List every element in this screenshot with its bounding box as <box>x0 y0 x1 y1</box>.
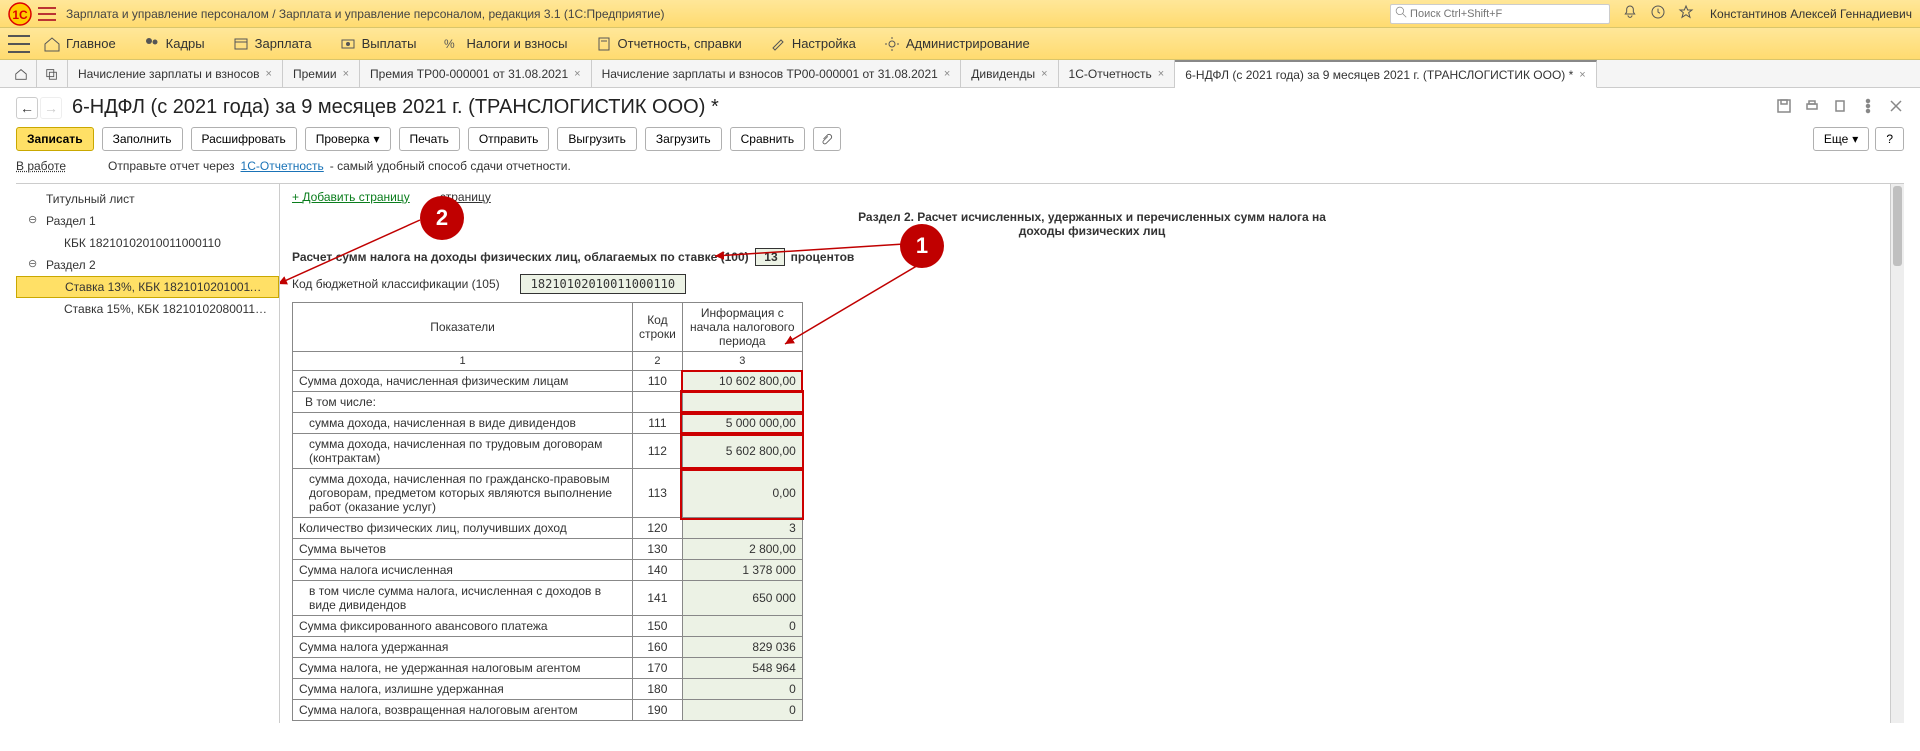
proverka-button[interactable]: Проверка ▾ <box>305 127 391 151</box>
sections-tree: Титульный лист Раздел 1 КБК 182101020100… <box>16 184 280 723</box>
menu-admin[interactable]: Администрирование <box>884 36 1030 52</box>
work-status[interactable]: В работе <box>16 159 66 173</box>
tree-title-page[interactable]: Титульный лист <box>16 188 279 210</box>
menu-otchet[interactable]: Отчетность, справки <box>596 36 742 52</box>
menubar: Главное Кадры Зарплата Выплаты %Налоги и… <box>0 28 1920 60</box>
search-input[interactable] <box>1410 8 1605 20</box>
calc-label: Расчет сумм налога на доходы физических … <box>292 250 749 264</box>
tab-item[interactable]: Премия ТР00-000001 от 31.08.2021× <box>360 60 592 87</box>
menu-zarplata[interactable]: Зарплата <box>233 36 312 52</box>
close-icon[interactable]: × <box>574 68 580 80</box>
menu-nastroyka[interactable]: Настройка <box>770 36 856 52</box>
username[interactable]: Константинов Алексей Геннадиевич <box>1710 7 1912 21</box>
report-content: Добавить страницу страницу Раздел 2. Рас… <box>280 184 1904 723</box>
help-button[interactable]: ? <box>1875 127 1904 151</box>
close-icon[interactable]: × <box>1158 68 1164 80</box>
otpravit-button[interactable]: Отправить <box>468 127 550 151</box>
menu-main[interactable]: Главное <box>44 36 116 52</box>
close-icon[interactable]: × <box>1579 69 1585 81</box>
section2-table: Показатели Код строки Информация с начал… <box>292 302 803 721</box>
attach-button[interactable] <box>813 127 841 151</box>
menu-toggle-icon[interactable] <box>38 7 56 21</box>
tab-item[interactable]: Дивиденды× <box>961 60 1058 87</box>
menu-nalogi[interactable]: %Налоги и взносы <box>444 36 567 52</box>
clipboard-icon[interactable] <box>1832 98 1848 117</box>
otchetnost-link[interactable]: 1С-Отчетность <box>241 159 324 173</box>
tab-item[interactable]: 1С-Отчетность× <box>1059 60 1176 87</box>
kbk-value[interactable]: 18210102010011000110 <box>520 274 687 294</box>
tree-rate13[interactable]: Ставка 13%, КБК 18210102010011000... <box>16 276 279 298</box>
sravnit-button[interactable]: Сравнить <box>730 127 805 151</box>
kebab-icon[interactable] <box>1860 98 1876 117</box>
tree-section1[interactable]: Раздел 1 <box>16 210 279 232</box>
app-logo-icon: 1C <box>8 2 32 26</box>
callout-1: 1 <box>900 224 944 268</box>
kbk-label: Код бюджетной классификации (105) <box>292 277 500 291</box>
tree-rate15[interactable]: Ставка 15%, КБК 18210102080011000... <box>16 298 279 320</box>
tab-home[interactable] <box>6 60 37 87</box>
tab-windows[interactable] <box>37 60 68 87</box>
nav-forward-button: → <box>40 97 62 119</box>
callout-2: 2 <box>420 196 464 240</box>
tree-section2[interactable]: Раздел 2 <box>16 254 279 276</box>
vygruzit-button[interactable]: Выгрузить <box>557 127 637 151</box>
rate-value[interactable]: 13 <box>755 248 785 266</box>
svg-text:1C: 1C <box>12 8 28 22</box>
star-icon[interactable] <box>1678 4 1694 23</box>
nav-back-button[interactable]: ← <box>16 97 38 119</box>
tab-item-active[interactable]: 6-НДФЛ (с 2021 года) за 9 месяцев 2021 г… <box>1175 60 1596 88</box>
tab-item[interactable]: Начисление зарплаты и взносов× <box>68 60 283 87</box>
th-code: Код строки <box>633 303 683 352</box>
status-text-suffix: - самый удобный способ сдачи отчетности. <box>330 159 571 173</box>
add-page-link[interactable]: Добавить страницу <box>292 190 410 204</box>
percent-label: процентов <box>791 250 855 264</box>
zapisat-button[interactable]: Записать <box>16 127 94 151</box>
close-page-icon[interactable] <box>1888 98 1904 117</box>
svg-text:%: % <box>444 37 455 51</box>
scrollbar[interactable] <box>1890 184 1904 723</box>
tab-item[interactable]: Премии× <box>283 60 360 87</box>
tab-item[interactable]: Начисление зарплаты и взносов ТР00-00000… <box>592 60 962 87</box>
global-search[interactable] <box>1390 4 1610 24</box>
th-value: Информация с начала налогового периода <box>682 303 802 352</box>
zagruzit-button[interactable]: Загрузить <box>645 127 722 151</box>
close-icon[interactable]: × <box>343 68 349 80</box>
close-icon[interactable]: × <box>1041 68 1047 80</box>
th-indicator: Показатели <box>293 303 633 352</box>
status-text-prefix: Отправьте отчет через <box>108 159 235 173</box>
save-icon[interactable] <box>1776 98 1792 117</box>
tree-kbk1[interactable]: КБК 18210102010011000110 <box>16 232 279 254</box>
search-icon <box>1395 6 1407 21</box>
print-icon[interactable] <box>1804 98 1820 117</box>
history-icon[interactable] <box>1650 4 1666 23</box>
status-row: В работе Отправьте отчет через 1С-Отчетн… <box>16 159 1904 173</box>
menu-kadry[interactable]: Кадры <box>144 36 205 52</box>
page-title: 6-НДФЛ (с 2021 года) за 9 месяцев 2021 г… <box>72 96 719 119</box>
chevron-down-icon: ▾ <box>373 132 379 146</box>
more-button[interactable]: Еще ▾ <box>1813 127 1869 151</box>
sections-menu-icon[interactable] <box>8 35 30 53</box>
rasshifrovat-button[interactable]: Расшифровать <box>191 127 297 151</box>
close-icon[interactable]: × <box>944 68 950 80</box>
toolbar: Записать Заполнить Расшифровать Проверка… <box>16 127 1904 151</box>
menu-vyplaty[interactable]: Выплаты <box>340 36 417 52</box>
zapolnit-button[interactable]: Заполнить <box>102 127 183 151</box>
app-title: Зарплата и управление персоналом / Зарпл… <box>66 7 665 21</box>
titlebar: 1C Зарплата и управление персоналом / За… <box>0 0 1920 28</box>
pechat-button[interactable]: Печать <box>399 127 460 151</box>
close-icon[interactable]: × <box>266 68 272 80</box>
tabs-bar: Начисление зарплаты и взносов× Премии× П… <box>0 60 1920 88</box>
bell-icon[interactable] <box>1622 4 1638 23</box>
